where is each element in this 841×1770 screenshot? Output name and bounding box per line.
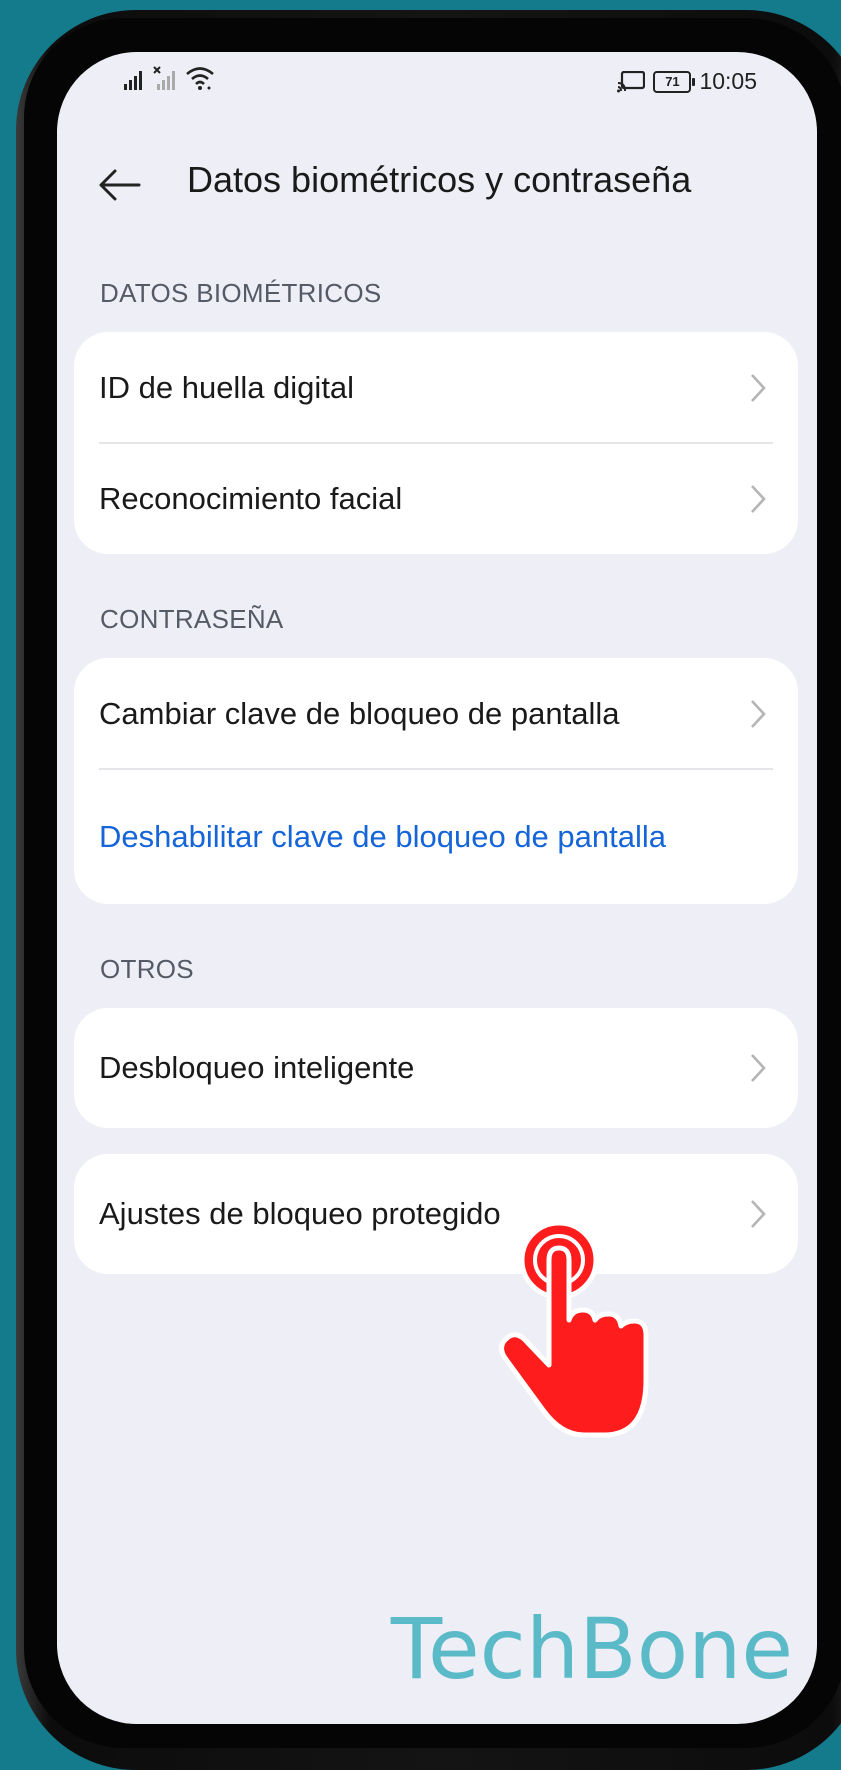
row-label: ID de huella digital	[99, 370, 355, 405]
card-smart-unlock: Desbloqueo inteligente	[74, 1008, 798, 1128]
disable-lock-password-link: Deshabilitar clave de bloqueo de pantall…	[99, 819, 667, 854]
row-change-lock-password[interactable]: Cambiar clave de bloqueo de pantalla	[74, 658, 798, 770]
row-disable-lock-password[interactable]: Deshabilitar clave de bloqueo de pantall…	[74, 770, 798, 904]
watermark-logo: TechBone	[390, 1600, 793, 1698]
row-face-recognition[interactable]: Reconocimiento facial	[74, 444, 798, 554]
status-right: 71 10:05	[617, 68, 757, 95]
row-label: Desbloqueo inteligente	[99, 1050, 415, 1085]
section-label-biometrics: DATOS BIOMÉTRICOS	[100, 278, 382, 308]
chevron-right-icon	[751, 374, 766, 402]
status-left	[123, 66, 215, 90]
wifi-icon	[186, 67, 214, 90]
row-fingerprint-id[interactable]: ID de huella digital	[74, 332, 798, 444]
signal-icon	[124, 71, 142, 90]
row-label: Cambiar clave de bloqueo de pantalla	[99, 696, 620, 731]
row-protected-lock-settings[interactable]: Ajustes de bloqueo protegido	[74, 1154, 798, 1274]
section-label-password: CONTRASEÑA	[100, 604, 284, 634]
battery-icon: 71	[653, 70, 696, 93]
tap-hand-icon	[499, 1220, 649, 1438]
status-time: 10:05	[699, 68, 757, 94]
chevron-right-icon	[751, 700, 766, 728]
page-title: Datos biométricos y contraseña	[187, 159, 692, 200]
row-label: Reconocimiento facial	[99, 481, 403, 516]
card-password: Cambiar clave de bloqueo de pantalla Des…	[74, 658, 798, 904]
phone-screen: 71 10:05 Datos biométricos y contraseña …	[57, 52, 817, 1724]
row-smart-unlock[interactable]: Desbloqueo inteligente	[74, 1008, 798, 1128]
card-biometrics: ID de huella digital Reconocimiento faci…	[74, 332, 798, 554]
status-bar: 71 10:05	[57, 52, 817, 112]
section-label-others: OTROS	[100, 954, 194, 984]
back-arrow-icon[interactable]	[95, 165, 143, 205]
signal-no-service-icon	[153, 66, 175, 90]
header: Datos biométricos y contraseña	[57, 147, 817, 227]
cast-icon	[617, 70, 646, 92]
chevron-right-icon	[751, 1054, 766, 1082]
chevron-right-icon	[751, 485, 766, 513]
chevron-right-icon	[751, 1200, 766, 1228]
card-protected-lock: Ajustes de bloqueo protegido	[74, 1154, 798, 1274]
